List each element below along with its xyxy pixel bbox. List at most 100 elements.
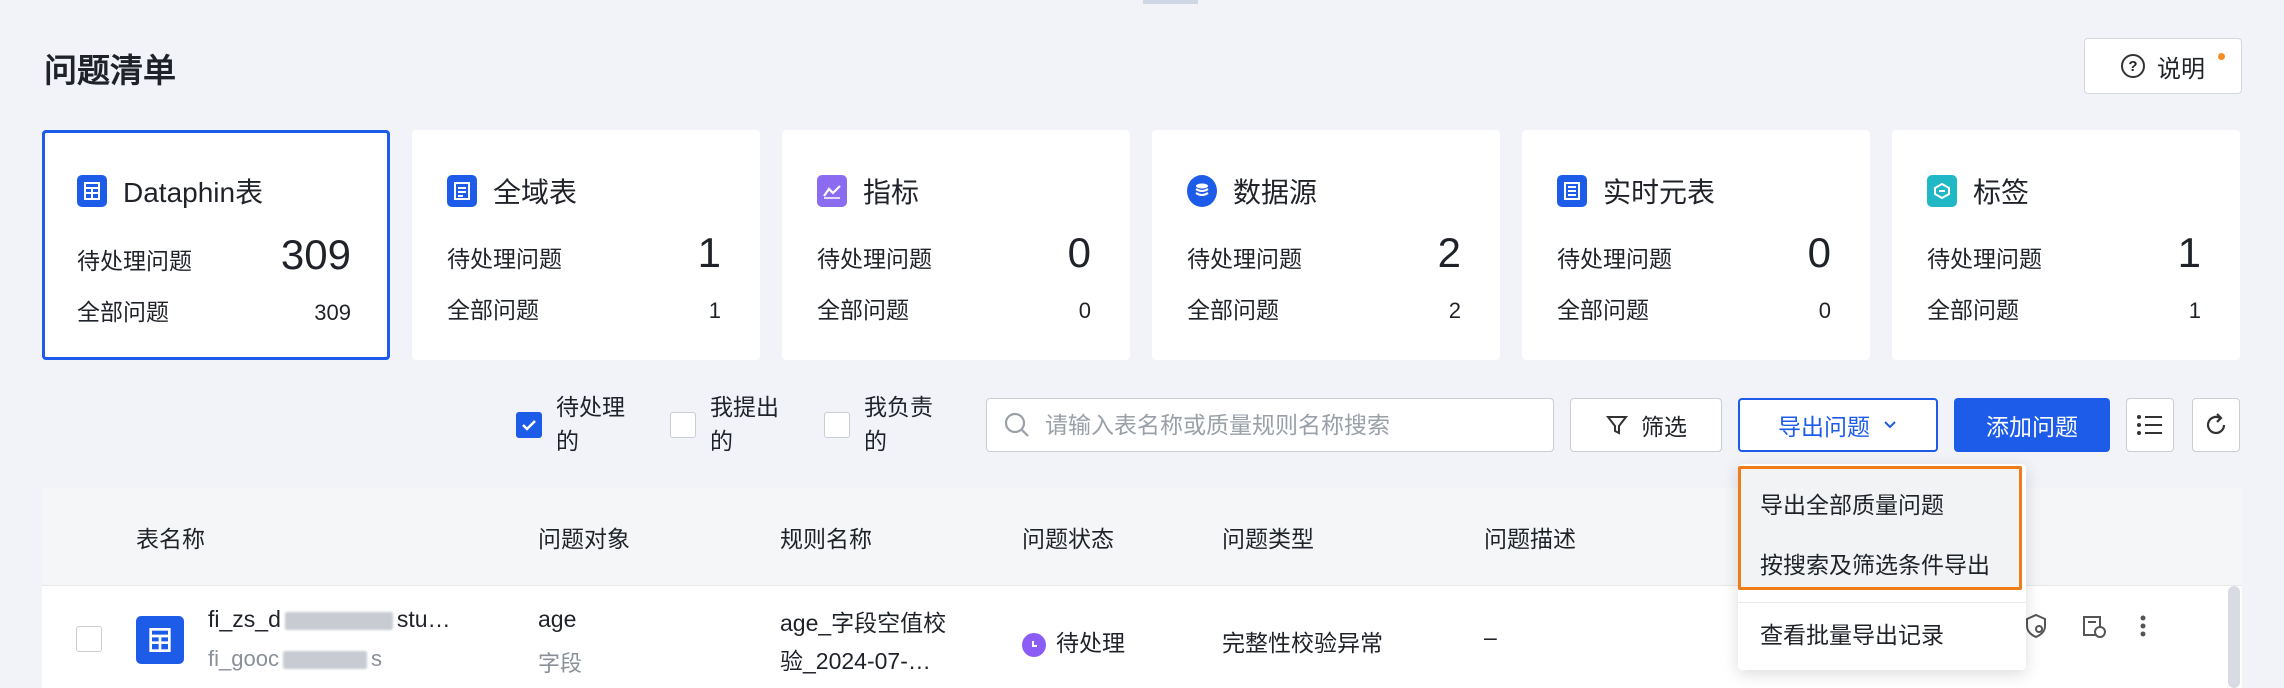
mine-raised-checkbox[interactable] <box>670 412 696 438</box>
all-label: 全部问题 <box>77 299 169 325</box>
category-cards: Dataphin表 待处理问题 309 全部问题 309 全域表 待处理问题 1 <box>42 130 2242 360</box>
table-name-link[interactable]: fi_zs_d stu… <box>208 606 451 633</box>
pending-checkbox[interactable] <box>516 412 542 438</box>
shield-settings-icon[interactable] <box>2022 612 2050 640</box>
card-title: 全域表 <box>493 177 578 208</box>
issue-type: 完整性校验异常 <box>1222 630 1383 656</box>
all-count: 1 <box>2188 298 2201 323</box>
clock-icon <box>1022 632 1046 657</box>
pending-label: 待处理问题 <box>1927 246 2042 272</box>
card-title: 实时元表 <box>1603 177 1716 208</box>
all-label: 全部问题 <box>1187 297 1279 323</box>
filter-label: 我负责的 <box>864 394 933 454</box>
column-header: 表名称 <box>136 526 205 552</box>
card-metric[interactable]: 指标 待处理问题 0 全部问题 0 <box>782 130 1130 360</box>
chart-icon <box>817 175 847 207</box>
pending-count: 0 <box>1067 229 1091 276</box>
top-indicator <box>1143 0 1198 4</box>
menu-item-export-history[interactable]: 查看批量导出记录 <box>1760 616 1944 650</box>
table-icon <box>77 175 107 207</box>
card-title: 数据源 <box>1233 177 1318 208</box>
all-count: 0 <box>1818 298 1831 323</box>
column-header: 规则名称 <box>780 526 872 552</box>
menu-divider <box>1738 602 2026 603</box>
card-title: Dataphin表 <box>123 177 264 208</box>
funnel-icon <box>1605 416 1629 435</box>
pending-count: 309 <box>280 231 351 278</box>
pending-label: 待处理问题 <box>817 246 932 272</box>
all-label: 全部问题 <box>1927 297 2019 323</box>
row-checkbox[interactable] <box>76 626 102 652</box>
card-global-table[interactable]: 全域表 待处理问题 1 全部问题 1 <box>412 130 760 360</box>
record-icon[interactable] <box>2080 612 2108 640</box>
all-label: 全部问题 <box>447 297 539 323</box>
search-box[interactable] <box>986 398 1554 452</box>
filter-mine-responsible[interactable]: 我负责的 <box>824 390 944 458</box>
all-count: 1 <box>708 298 721 323</box>
row-actions <box>2022 612 2148 640</box>
search-icon <box>1004 412 1029 437</box>
filter-pending[interactable]: 待处理的 <box>516 390 636 458</box>
table-name-sub: fi_gooc s <box>208 646 382 671</box>
all-label: 全部问题 <box>817 297 909 323</box>
tag-icon <box>1927 175 1957 207</box>
help-button[interactable]: ? 说明 <box>2084 38 2242 94</box>
card-tag[interactable]: 标签 待处理问题 1 全部问题 1 <box>1892 130 2240 360</box>
object-name: age <box>538 606 577 632</box>
filter-label: 我提出的 <box>710 394 779 454</box>
table-icon <box>136 616 184 664</box>
filter-label: 待处理的 <box>556 394 625 454</box>
rule-name-line2: 验_2024-07-… <box>780 648 931 674</box>
object-type: 字段 <box>538 651 583 676</box>
all-label: 全部问题 <box>1557 297 1649 323</box>
status-label: 待处理 <box>1056 630 1125 656</box>
chevron-down-icon <box>1884 421 1896 429</box>
pending-count: 2 <box>1437 229 1461 276</box>
export-dropdown-menu: 导出全部质量问题 按搜索及筛选条件导出 查看批量导出记录 <box>1738 464 2026 670</box>
page-title: 问题清单 <box>44 52 176 89</box>
question-circle-icon: ? <box>2121 54 2145 78</box>
issue-description: – <box>1484 624 1497 650</box>
pending-label: 待处理问题 <box>1187 246 1302 272</box>
more-icon[interactable] <box>2138 612 2148 640</box>
filter-button[interactable]: 筛选 <box>1570 398 1722 452</box>
export-label: 导出问题 <box>1778 414 1870 440</box>
search-input[interactable] <box>1045 411 1525 439</box>
all-count: 309 <box>314 300 351 325</box>
menu-item-export-filtered[interactable]: 按搜索及筛选条件导出 <box>1760 546 1990 580</box>
document-icon <box>447 175 477 207</box>
card-realtime-table[interactable]: 实时元表 待处理问题 0 全部问题 0 <box>1522 130 1870 360</box>
all-count: 2 <box>1448 298 1461 323</box>
list-icon <box>2137 415 2162 435</box>
column-header: 问题状态 <box>1022 526 1114 552</box>
export-issues-button[interactable]: 导出问题 <box>1738 398 1938 452</box>
list-view-button[interactable] <box>2126 398 2174 452</box>
menu-item-export-all[interactable]: 导出全部质量问题 <box>1760 486 1944 520</box>
column-header: 问题类型 <box>1222 526 1314 552</box>
status-cell: 待处理 <box>1022 624 1125 658</box>
refresh-button[interactable] <box>2192 398 2240 452</box>
rule-name-line1: age_字段空值校 <box>780 610 947 636</box>
realtime-table-icon <box>1557 175 1587 207</box>
column-header: 问题对象 <box>538 526 630 552</box>
mine-responsible-checkbox[interactable] <box>824 412 850 438</box>
filter-label: 筛选 <box>1641 414 1687 440</box>
filter-mine-raised[interactable]: 我提出的 <box>670 390 790 458</box>
card-title: 指标 <box>863 177 920 208</box>
refresh-icon <box>2206 413 2226 434</box>
card-title: 标签 <box>1973 177 2030 208</box>
card-dataphin-table[interactable]: Dataphin表 待处理问题 309 全部问题 309 <box>42 130 390 360</box>
check-icon <box>522 420 536 431</box>
scrollbar[interactable] <box>2228 586 2240 688</box>
card-datasource[interactable]: 数据源 待处理问题 2 全部问题 2 <box>1152 130 1500 360</box>
help-label: 说明 <box>2157 55 2205 83</box>
column-header: 问题描述 <box>1484 526 1576 552</box>
pending-count: 0 <box>1807 229 1831 276</box>
pending-label: 待处理问题 <box>447 246 562 272</box>
database-icon <box>1187 175 1217 207</box>
all-count: 0 <box>1078 298 1091 323</box>
add-issue-button[interactable]: 添加问题 <box>1954 398 2110 452</box>
page: 问题清单 ? 说明 Dataphin表 待处理问题 309 全部问题 309 全… <box>0 0 2284 688</box>
pending-count: 1 <box>2177 229 2201 276</box>
pending-count: 1 <box>697 229 721 276</box>
